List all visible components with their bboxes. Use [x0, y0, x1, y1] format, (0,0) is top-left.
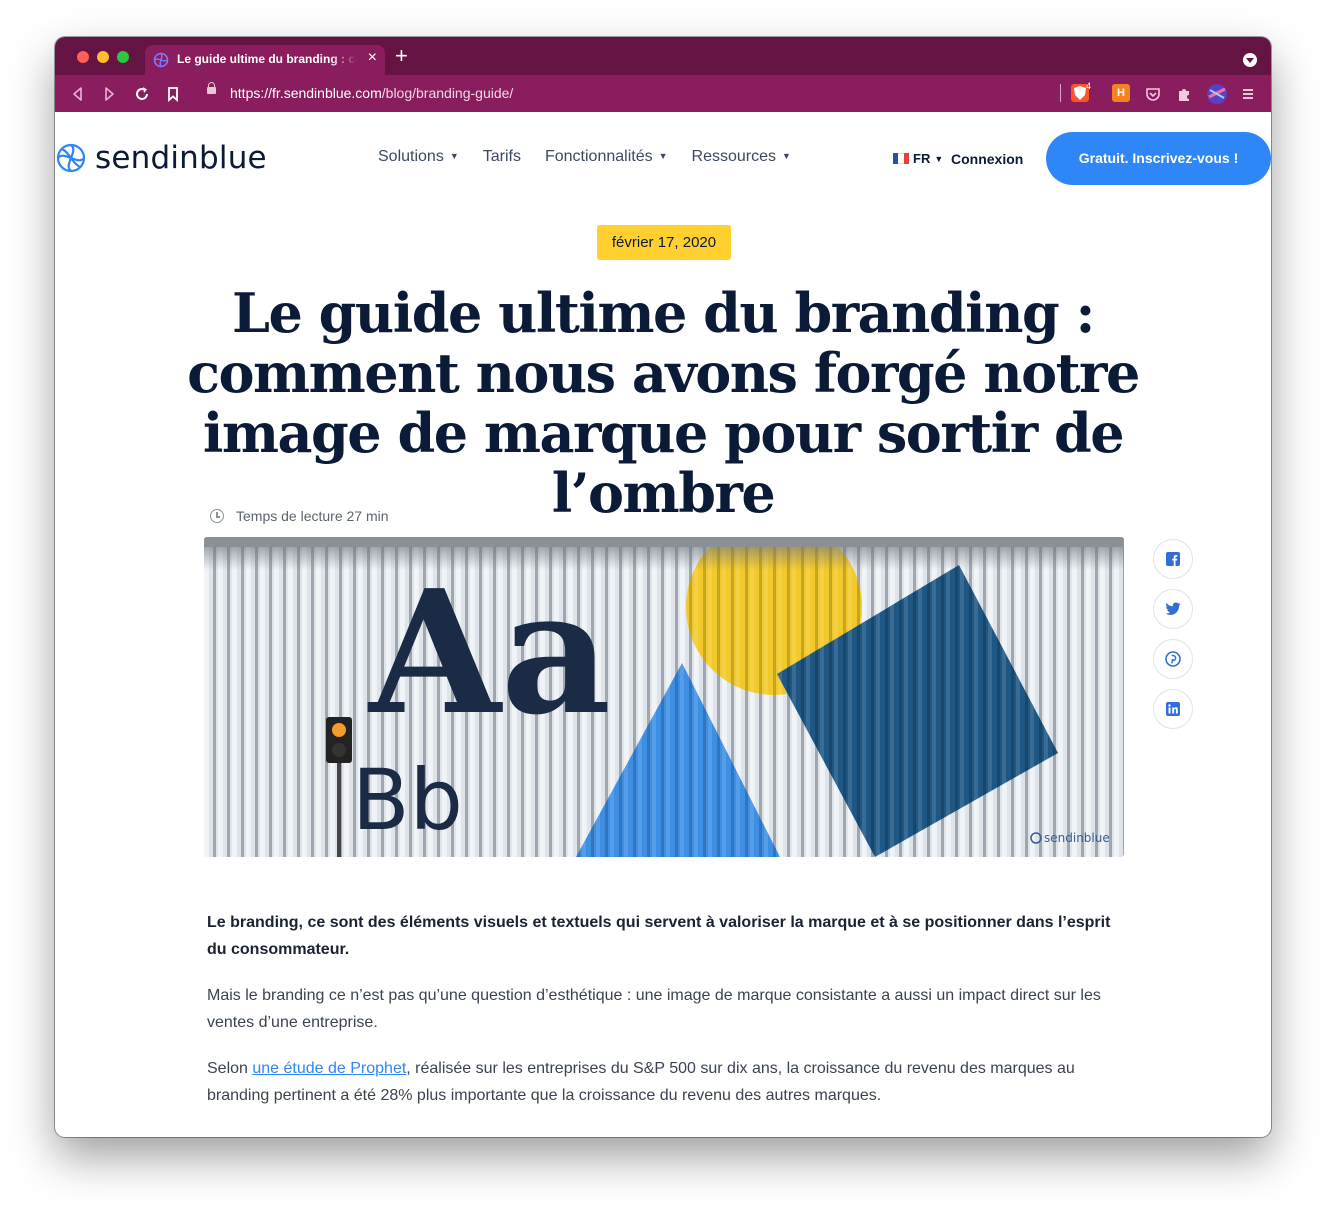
url-text: https://fr.sendinblue.com/blog/branding-… [230, 85, 513, 101]
sendinblue-logo-icon [56, 143, 86, 173]
pocket-icon[interactable] [1143, 84, 1163, 104]
minimize-window-button[interactable] [97, 51, 109, 63]
active-tab[interactable]: Le guide ultime du branding : comment no… [145, 45, 385, 75]
article-paragraph-2: Selon une étude de Prophet, réalisée sur… [207, 1055, 1127, 1109]
article-body: Le branding, ce sont des éléments visuel… [207, 909, 1127, 1128]
close-window-button[interactable] [77, 51, 89, 63]
french-flag-icon [893, 153, 909, 164]
hero-big-letters: Aa [367, 553, 611, 753]
caret-down-icon: ▼ [449, 151, 459, 161]
browser-window: Le guide ultime du branding : comment no… [55, 37, 1271, 1137]
clock-icon [210, 509, 224, 523]
nav-tarifs-label: Tarifs [482, 148, 521, 165]
site-header: sendinblue Solutions ▼ Tarifs Fonctionnal… [55, 112, 1271, 204]
share-pinterest-button[interactable] [1153, 639, 1193, 679]
tab-search-icon[interactable] [1243, 53, 1257, 67]
share-twitter-button[interactable] [1153, 589, 1193, 629]
signup-button[interactable]: Gratuit. Inscrivez-vous ! [1046, 132, 1271, 185]
nav-ressources-label: Ressources [691, 148, 777, 165]
browser-toolbar: https://fr.sendinblue.com/blog/branding-… [55, 75, 1271, 112]
nav-ressources[interactable]: Ressources ▼ [692, 148, 791, 166]
pinterest-icon [1165, 651, 1181, 667]
read-time-label: Temps de lecture 27 min [236, 508, 389, 524]
toolbar-divider [1060, 84, 1061, 102]
hero-watermark: sendinblue [1044, 831, 1110, 845]
bookmark-icon[interactable] [163, 84, 183, 104]
forward-icon[interactable] [99, 84, 119, 104]
nav-solutions[interactable]: Solutions ▼ [378, 148, 459, 166]
login-link[interactable]: Connexion [951, 151, 1023, 167]
reload-icon[interactable] [132, 84, 152, 104]
caret-down-icon: ▼ [934, 153, 944, 164]
read-time: Temps de lecture 27 min [210, 508, 389, 524]
sendinblue-favicon-icon [153, 52, 169, 68]
profile-avatar[interactable] [1206, 83, 1228, 105]
language-selector[interactable]: FR ▼ [893, 151, 943, 166]
nav-tarifs[interactable]: Tarifs [483, 148, 521, 166]
url-path: /blog/branding-guide/ [381, 85, 514, 101]
address-bar[interactable]: https://fr.sendinblue.com/blog/branding-… [195, 79, 1095, 107]
date-badge: février 17, 2020 [597, 225, 731, 260]
lock-icon [207, 82, 216, 94]
tab-close-icon[interactable]: × [368, 49, 377, 67]
paragraph-2-start: Selon [207, 1060, 253, 1077]
hero-image: Aa Bb sendinblue [204, 537, 1124, 857]
url-host: https://fr.sendinblue.com [230, 85, 382, 101]
article-paragraph-1: Mais le branding ce n’est pas qu’une que… [207, 987, 1101, 1031]
extensions-puzzle-icon[interactable] [1174, 84, 1194, 104]
shield-count-badge: 4 [1086, 81, 1092, 91]
back-icon[interactable] [68, 84, 88, 104]
menu-icon[interactable] [1238, 84, 1258, 104]
share-linkedin-button[interactable] [1153, 689, 1193, 729]
share-facebook-button[interactable] [1153, 539, 1193, 579]
language-label: FR [913, 151, 931, 166]
honey-extension-icon[interactable]: H [1112, 84, 1130, 102]
main-nav: Solutions ▼ Tarifs Fonctionnalités ▼ Resso… [378, 148, 791, 166]
sendinblue-logo[interactable]: sendinblue [55, 140, 267, 176]
zoom-window-button[interactable] [117, 51, 129, 63]
article-title: Le guide ultime du branding : comment no… [187, 281, 1140, 525]
caret-down-icon: ▼ [782, 151, 791, 161]
twitter-icon [1165, 602, 1181, 615]
share-buttons [1153, 539, 1193, 729]
facebook-icon [1166, 552, 1180, 566]
caret-down-icon: ▼ [658, 151, 668, 161]
nav-fonctionnalites-label: Fonctionnalités [544, 148, 653, 165]
linkedin-icon [1166, 702, 1180, 716]
logo-text: sendinblue [95, 140, 267, 176]
hero-small-letters: Bb [352, 751, 463, 849]
article-lead: Le branding, ce sont des éléments visuel… [207, 914, 1111, 958]
tab-title: Le guide ultime du branding : comment no… [177, 52, 357, 66]
prophet-study-link[interactable]: une étude de Prophet [252, 1060, 406, 1077]
tab-strip: Le guide ultime du branding : comment no… [55, 37, 1271, 75]
window-controls [77, 51, 129, 63]
nav-fonctionnalites[interactable]: Fonctionnalités ▼ [545, 148, 668, 166]
nav-solutions-label: Solutions [378, 148, 444, 165]
hero-illustration: Aa Bb sendinblue [204, 537, 1124, 857]
new-tab-button[interactable]: + [395, 45, 408, 67]
